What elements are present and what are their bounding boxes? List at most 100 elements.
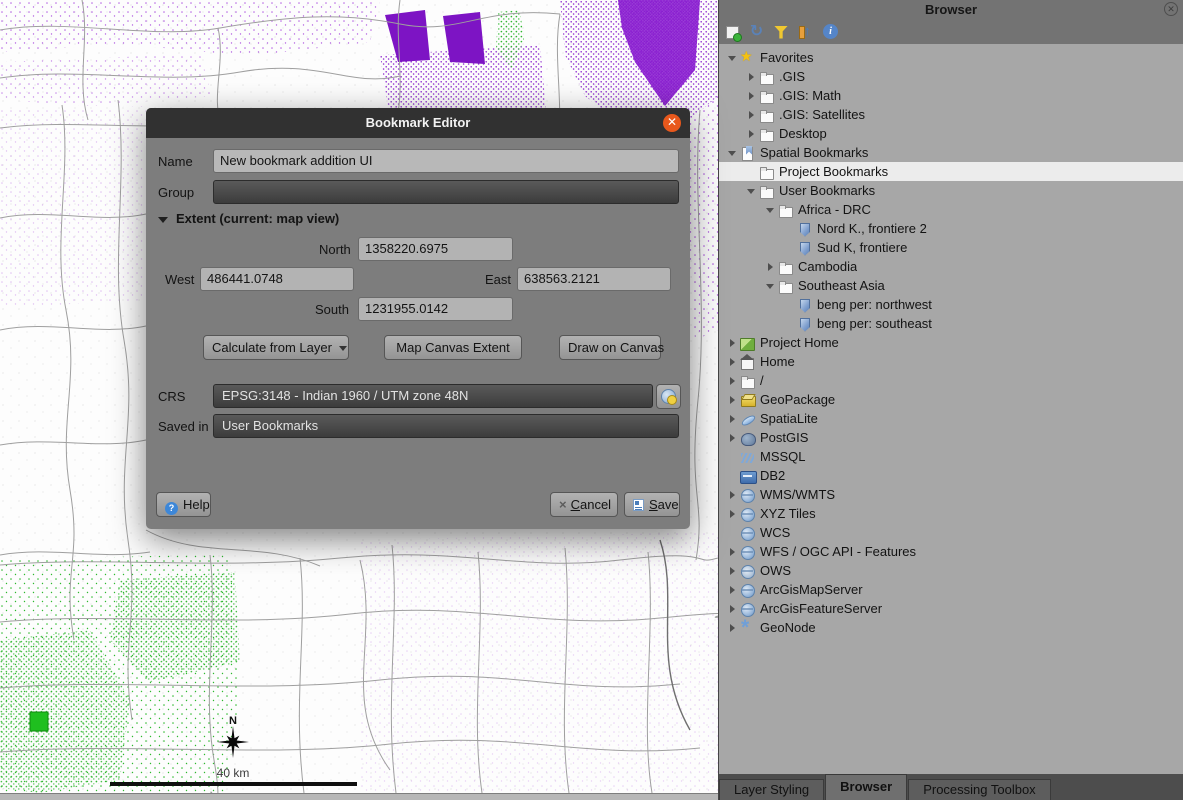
chevron-down-icon[interactable] [727, 53, 740, 63]
filter-icon[interactable] [774, 26, 788, 39]
tree-item-wcs[interactable]: WCS [719, 523, 1183, 542]
tree-item-label: Home [760, 354, 795, 369]
chevron-right-icon[interactable] [727, 509, 740, 519]
tree-item-arcgisfeatureserver[interactable]: ArcGisFeatureServer [719, 599, 1183, 618]
name-input[interactable]: New bookmark addition UI [213, 149, 679, 173]
chevron-right-icon[interactable] [746, 110, 759, 120]
bookmark-icon [797, 298, 813, 312]
chevron-down-icon[interactable] [765, 205, 778, 215]
chevron-right-icon[interactable] [765, 262, 778, 272]
collapse-tree-icon[interactable] [797, 23, 814, 40]
tree-item-wfs-ogc-api-features[interactable]: WFS / OGC API - Features [719, 542, 1183, 561]
tab-processing-toolbox[interactable]: Processing Toolbox [908, 779, 1051, 800]
tree-item-home[interactable]: Home [719, 352, 1183, 371]
dialog-titlebar[interactable]: Bookmark Editor ✕ [146, 108, 690, 138]
north-label: North [319, 242, 351, 257]
saved-in-combobox[interactable]: User Bookmarks [213, 414, 679, 438]
tree-item-africa-drc[interactable]: Africa - DRC [719, 200, 1183, 219]
tree-item-label: Sud K, frontiere [817, 240, 907, 255]
chevron-right-icon[interactable] [727, 357, 740, 367]
east-input[interactable]: 638563.2121 [517, 267, 671, 291]
chevron-right-icon[interactable] [746, 129, 759, 139]
tree-item-spatialite[interactable]: SpatiaLite [719, 409, 1183, 428]
tree-item-desktop[interactable]: Desktop [719, 124, 1183, 143]
chevron-down-icon[interactable] [765, 281, 778, 291]
chevron-down-icon[interactable] [727, 148, 740, 158]
tree-item-label: .GIS: Satellites [779, 107, 865, 122]
project-home-icon [740, 336, 756, 350]
tree-item-mssql[interactable]: MSSQL [719, 447, 1183, 466]
tree-item-gis-math[interactable]: .GIS: Math [719, 86, 1183, 105]
crs-combobox[interactable]: EPSG:3148 - Indian 1960 / UTM zone 48N [213, 384, 653, 408]
close-icon[interactable]: ✕ [663, 114, 681, 132]
save-button[interactable]: Save [624, 492, 680, 517]
tree-item-cambodia[interactable]: Cambodia [719, 257, 1183, 276]
chevron-down-icon[interactable] [746, 186, 759, 196]
browser-tree: Favorites .GIS .GIS: Math .GIS: Satellites D… [719, 44, 1183, 774]
tree-item-nord-k-frontiere-2[interactable]: Nord K., frontiere 2 [719, 219, 1183, 238]
tree-item-favorites[interactable]: Favorites [719, 48, 1183, 67]
west-input[interactable]: 486441.0748 [200, 267, 354, 291]
tree-item-ows[interactable]: OWS [719, 561, 1183, 580]
refresh-icon[interactable]: ↻ [748, 23, 765, 40]
chevron-right-icon[interactable] [746, 72, 759, 82]
chevron-right-icon[interactable] [727, 414, 740, 424]
tree-item-label: SpatiaLite [760, 411, 818, 426]
browser-panel: Browser ✕ ↻ i Favorites .GIS .GIS: Math .GI… [718, 0, 1183, 800]
chevron-right-icon[interactable] [746, 91, 759, 101]
menu-arrow-icon [339, 346, 347, 351]
chevron-right-icon[interactable] [727, 395, 740, 405]
chevron-right-icon[interactable] [727, 433, 740, 443]
collapse-arrow-icon[interactable] [158, 217, 168, 223]
tree-item-user-bookmarks[interactable]: User Bookmarks [719, 181, 1183, 200]
select-crs-button[interactable] [656, 384, 681, 409]
tree-item-postgis[interactable]: PostGIS [719, 428, 1183, 447]
chevron-right-icon[interactable] [727, 623, 740, 633]
name-label: Name [158, 154, 193, 169]
tab-layer-styling[interactable]: Layer Styling [719, 779, 824, 800]
tree-item-sud-k-frontiere[interactable]: Sud K, frontiere [719, 238, 1183, 257]
panel-close-icon[interactable]: ✕ [1164, 2, 1178, 16]
tree-item-beng-per-southeast[interactable]: beng per: southeast [719, 314, 1183, 333]
tree-item-geopackage[interactable]: GeoPackage [719, 390, 1183, 409]
tree-item-db2[interactable]: DB2 [719, 466, 1183, 485]
tree-item-gis[interactable]: .GIS [719, 67, 1183, 86]
tree-item-southeast-asia[interactable]: Southeast Asia [719, 276, 1183, 295]
folder-icon [759, 184, 775, 198]
chevron-right-icon[interactable] [727, 585, 740, 595]
globe-arcgis-icon [740, 602, 756, 616]
calculate-from-layer-button[interactable]: Calculate from Layer [203, 335, 349, 360]
map-canvas-extent-button[interactable]: Map Canvas Extent [384, 335, 522, 360]
tree-item-xyz-tiles[interactable]: XYZ Tiles [719, 504, 1183, 523]
tree-item-geonode[interactable]: GeoNode [719, 618, 1183, 637]
globe-icon [740, 507, 756, 521]
chevron-right-icon[interactable] [727, 490, 740, 500]
tree-item-label: .GIS [779, 69, 805, 84]
tree-item-wms-wmts[interactable]: WMS/WMTS [719, 485, 1183, 504]
expander-spacer [727, 528, 740, 538]
cancel-button[interactable]: ×Cancel [550, 492, 618, 517]
tree-item-arcgismapserver[interactable]: ArcGisMapServer [719, 580, 1183, 599]
tree-item-beng-per-northwest[interactable]: beng per: northwest [719, 295, 1183, 314]
tree-item-root[interactable]: / [719, 371, 1183, 390]
tree-item-spatial-bookmarks[interactable]: Spatial Bookmarks [719, 143, 1183, 162]
draw-on-canvas-button[interactable]: Draw on Canvas [559, 335, 661, 360]
chevron-right-icon[interactable] [727, 547, 740, 557]
south-input[interactable]: 1231955.0142 [358, 297, 513, 321]
chevron-right-icon[interactable] [727, 338, 740, 348]
properties-info-icon[interactable]: i [823, 24, 838, 39]
help-button[interactable]: ?Help [156, 492, 211, 517]
group-combobox[interactable] [213, 180, 679, 204]
chevron-right-icon[interactable] [727, 376, 740, 386]
chevron-right-icon[interactable] [727, 566, 740, 576]
extent-section-header[interactable]: Extent (current: map view) [176, 211, 339, 226]
bookmark-icon [797, 222, 813, 236]
add-layer-icon[interactable] [726, 26, 739, 39]
folder-icon [778, 260, 794, 274]
tree-item-project-home[interactable]: Project Home [719, 333, 1183, 352]
tab-browser[interactable]: Browser [825, 774, 907, 800]
north-input[interactable]: 1358220.6975 [358, 237, 513, 261]
tree-item-project-bookmarks[interactable]: Project Bookmarks [719, 162, 1183, 181]
chevron-right-icon[interactable] [727, 604, 740, 614]
tree-item-gis-satellites[interactable]: .GIS: Satellites [719, 105, 1183, 124]
